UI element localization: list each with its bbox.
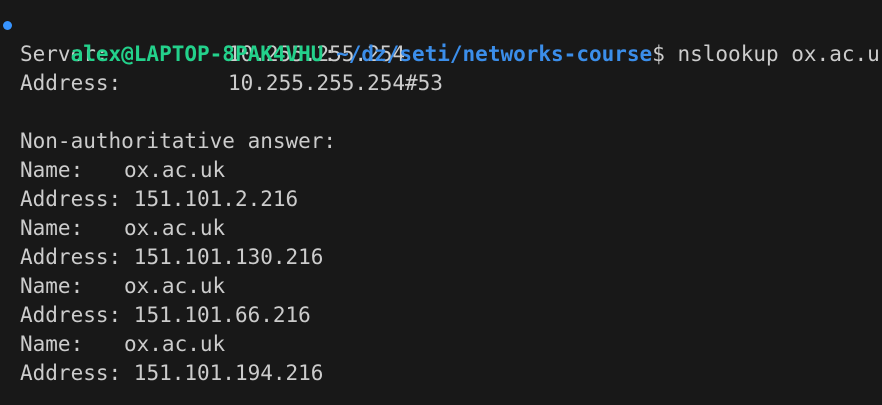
prompt-separator: : — [323, 42, 337, 66]
answer-header: Non-authoritative answer: — [20, 129, 337, 153]
server-address-label: Address: — [20, 71, 122, 95]
prompt-symbol: $ — [652, 42, 665, 66]
record-name-label: Name: — [20, 332, 84, 356]
server-address-line: Address: 10.255.255.254#53 — [20, 69, 882, 98]
record-name-label: Name: — [20, 158, 84, 182]
command-decoration-dot-icon[interactable] — [3, 21, 12, 30]
server-address-value: 10.255.255.254#53 — [228, 71, 443, 95]
prompt-user-host: alex@LAPTOP-8PAK4VHU — [70, 42, 324, 66]
record-address-label: Address: — [20, 303, 134, 327]
record-address-line: Address: 151.101.2.216 — [20, 185, 882, 214]
record-name-value: ox.ac.uk — [124, 274, 226, 298]
record-name-value: ox.ac.uk — [124, 332, 226, 356]
record-address-value: 151.101.194.216 — [133, 361, 324, 385]
record-name-label: Name: — [20, 274, 84, 298]
record-address-label: Address: — [20, 187, 134, 211]
prompt-line: alex@LAPTOP-8PAK4VHU:~/dz/seti/networks-… — [3, 11, 882, 66]
terminal-output[interactable]: alex@LAPTOP-8PAK4VHU:~/dz/seti/networks-… — [0, 0, 882, 405]
record-address-line: Address: 151.101.66.216 — [20, 301, 882, 330]
prompt-command: nslookup ox.ac.uk — [664, 42, 882, 66]
record-name-label: Name: — [20, 216, 84, 240]
record-address-label: Address: — [20, 361, 134, 385]
record-name-line: Name: ox.ac.uk — [20, 330, 882, 359]
record-address-value: 151.101.130.216 — [133, 245, 324, 269]
record-name-line: Name: ox.ac.uk — [20, 214, 882, 243]
record-name-value: ox.ac.uk — [124, 216, 226, 240]
record-address-line: Address: 151.101.130.216 — [20, 243, 882, 272]
record-name-line: Name: ox.ac.uk — [20, 272, 882, 301]
prompt-path: ~/dz/seti/networks-course — [336, 42, 653, 66]
record-name-value: ox.ac.uk — [124, 158, 226, 182]
record-address-value: 151.101.66.216 — [133, 303, 311, 327]
record-name-line: Name: ox.ac.uk — [20, 156, 882, 185]
record-address-line: Address: 151.101.194.216 — [20, 359, 882, 388]
record-address-label: Address: — [20, 245, 134, 269]
record-address-value: 151.101.2.216 — [133, 187, 299, 211]
